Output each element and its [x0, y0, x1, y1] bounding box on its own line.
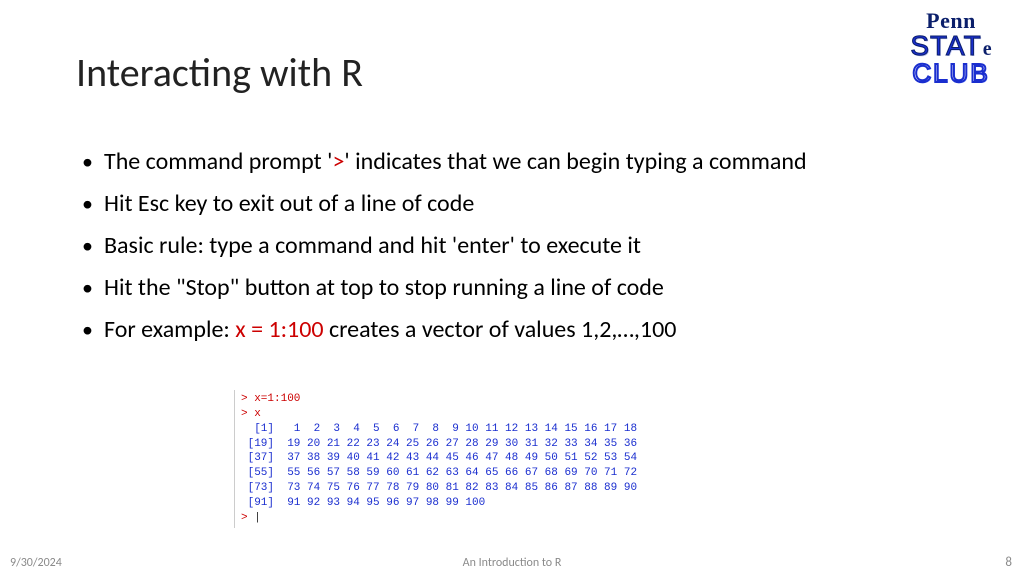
bullet-1-text-a: The command prompt ': [104, 147, 332, 176]
penn-state-stat-club-logo: Penn STATe CLUB: [896, 10, 1006, 86]
bullet-item-3: Basic rule: type a command and hit 'ente…: [80, 228, 930, 264]
slide: Interacting with R Penn STATe CLUB The c…: [0, 0, 1024, 576]
bullet-item-4: Hit the "Stop" button at top to stop run…: [80, 270, 930, 306]
bullet-2-text: Hit Esc key to exit out of a line of cod…: [104, 189, 474, 218]
bullet-1-prompt-char: >: [332, 147, 344, 176]
console-line-1: > x=1:100: [241, 393, 300, 405]
r-console-output: > x=1:100 > x [1] 1 2 3 4 5 6 7 8 9 10 1…: [234, 390, 637, 528]
slide-title: Interacting with R: [76, 48, 363, 97]
bullet-5-code: x = 1:100: [235, 315, 323, 344]
bullet-1-text-c: ' indicates that we can begin typing a c…: [344, 147, 806, 176]
console-prompt: >: [241, 512, 254, 524]
footer-page-number: 8: [1005, 555, 1012, 570]
console-line-4: [19] 19 20 21 22 23 24 25 26 27 28 29 30…: [241, 438, 637, 450]
bullet-5-text-a: For example:: [104, 315, 235, 344]
console-line-6: [55] 55 56 57 58 59 60 61 62 63 64 65 66…: [241, 467, 637, 479]
logo-e: e: [983, 39, 992, 59]
console-line-5: [37] 37 38 39 40 41 42 43 44 45 46 47 48…: [241, 452, 637, 464]
bullet-4-text: Hit the "Stop" button at top to stop run…: [104, 273, 664, 302]
console-line-7: [73] 73 74 75 76 77 78 79 80 81 82 83 84…: [241, 482, 637, 494]
bullet-item-1: The command prompt '>' indicates that we…: [80, 144, 930, 180]
logo-line-club: CLUB: [896, 60, 1006, 86]
footer-title: An Introduction to R: [0, 556, 1024, 570]
bullet-5-text-c: creates a vector of values 1,2,…,100: [324, 315, 677, 344]
console-cursor: |: [254, 512, 261, 524]
bullet-3-text: Basic rule: type a command and hit 'ente…: [104, 231, 641, 260]
bullet-item-2: Hit Esc key to exit out of a line of cod…: [80, 186, 930, 222]
console-line-3: [1] 1 2 3 4 5 6 7 8 9 10 11 12 13 14 15 …: [241, 423, 637, 435]
logo-stat: STAT: [910, 32, 981, 60]
console-line-2: > x: [241, 408, 261, 420]
bullet-list: The command prompt '>' indicates that we…: [80, 144, 930, 354]
logo-line-state: STATe: [896, 32, 1006, 60]
console-line-8: [91] 91 92 93 94 95 96 97 98 99 100: [241, 497, 485, 509]
logo-line-penn: Penn: [896, 10, 1006, 32]
bullet-item-5: For example: x = 1:100 creates a vector …: [80, 312, 930, 348]
